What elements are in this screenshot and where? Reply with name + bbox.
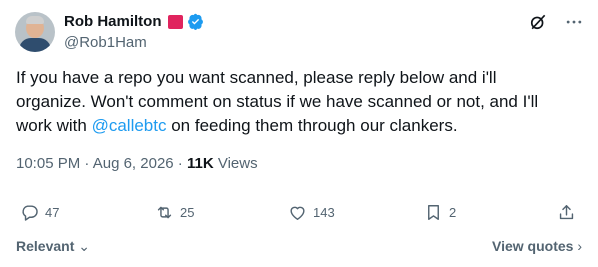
heart-icon	[290, 206, 305, 220]
tweet-line: If you have a repo you want scanned, ple…	[16, 68, 497, 87]
author-name[interactable]: Rob Hamilton	[64, 13, 162, 30]
reply-count: 47	[45, 205, 60, 220]
reply-icon	[22, 205, 38, 221]
meta-separator: ·	[173, 155, 187, 172]
avatar-hair	[26, 16, 44, 24]
verified-badge-icon[interactable]	[187, 13, 204, 30]
bookmark-icon	[428, 205, 439, 220]
author-name-row: Rob Hamilton	[64, 13, 204, 30]
top-actions	[528, 12, 584, 32]
views-label: Views	[213, 155, 258, 172]
tweet-meta: 10:05 PM · Aug 6, 2026 · 11K Views	[16, 155, 258, 172]
view-quotes-link[interactable]: View quotes ›	[492, 238, 582, 255]
bookmark-count: 2	[449, 205, 457, 220]
view-quotes-label: View quotes	[492, 238, 574, 254]
grok-icon[interactable]	[528, 12, 548, 32]
engagement-bar: 47 25 143 2	[0, 203, 598, 225]
like-button[interactable]: 143	[288, 203, 335, 222]
avatar[interactable]	[15, 12, 55, 52]
like-count: 143	[313, 205, 335, 220]
sort-dropdown[interactable]: Relevant ⌄	[16, 238, 90, 255]
reply-footer: Relevant ⌄ View quotes ›	[16, 238, 582, 255]
views-count: 11K	[186, 155, 214, 172]
tweet-line: work with @callebtc on feeding them thro…	[16, 114, 586, 138]
share-icon	[559, 205, 574, 220]
avatar-body	[19, 38, 51, 52]
meta-separator: ·	[80, 155, 93, 172]
chevron-down-icon: ⌄	[78, 238, 90, 254]
flag-badge-icon	[167, 14, 183, 29]
tweet-text-segment: on feeding them through our clankers.	[166, 116, 458, 135]
tweet-time[interactable]: 10:05 PM	[16, 155, 80, 172]
share-button[interactable]	[557, 203, 576, 222]
tweet-text: If you have a repo you want scanned, ple…	[16, 66, 586, 138]
repost-button[interactable]: 25	[155, 203, 194, 222]
bookmark-button[interactable]: 2	[424, 203, 456, 222]
author-handle[interactable]: @Rob1Ham	[64, 34, 147, 51]
reply-button[interactable]: 47	[20, 203, 59, 222]
tweet-text-segment: work with	[16, 116, 92, 135]
mention-link[interactable]: @callebtc	[92, 116, 167, 135]
more-icon[interactable]	[564, 12, 584, 32]
sort-label: Relevant	[16, 238, 75, 254]
repost-icon	[157, 206, 172, 219]
repost-count: 25	[180, 205, 195, 220]
tweet-date[interactable]: Aug 6, 2026	[93, 155, 174, 172]
tweet-line: organize. Won't comment on status if we …	[16, 92, 539, 111]
chevron-right-icon: ›	[577, 238, 582, 254]
